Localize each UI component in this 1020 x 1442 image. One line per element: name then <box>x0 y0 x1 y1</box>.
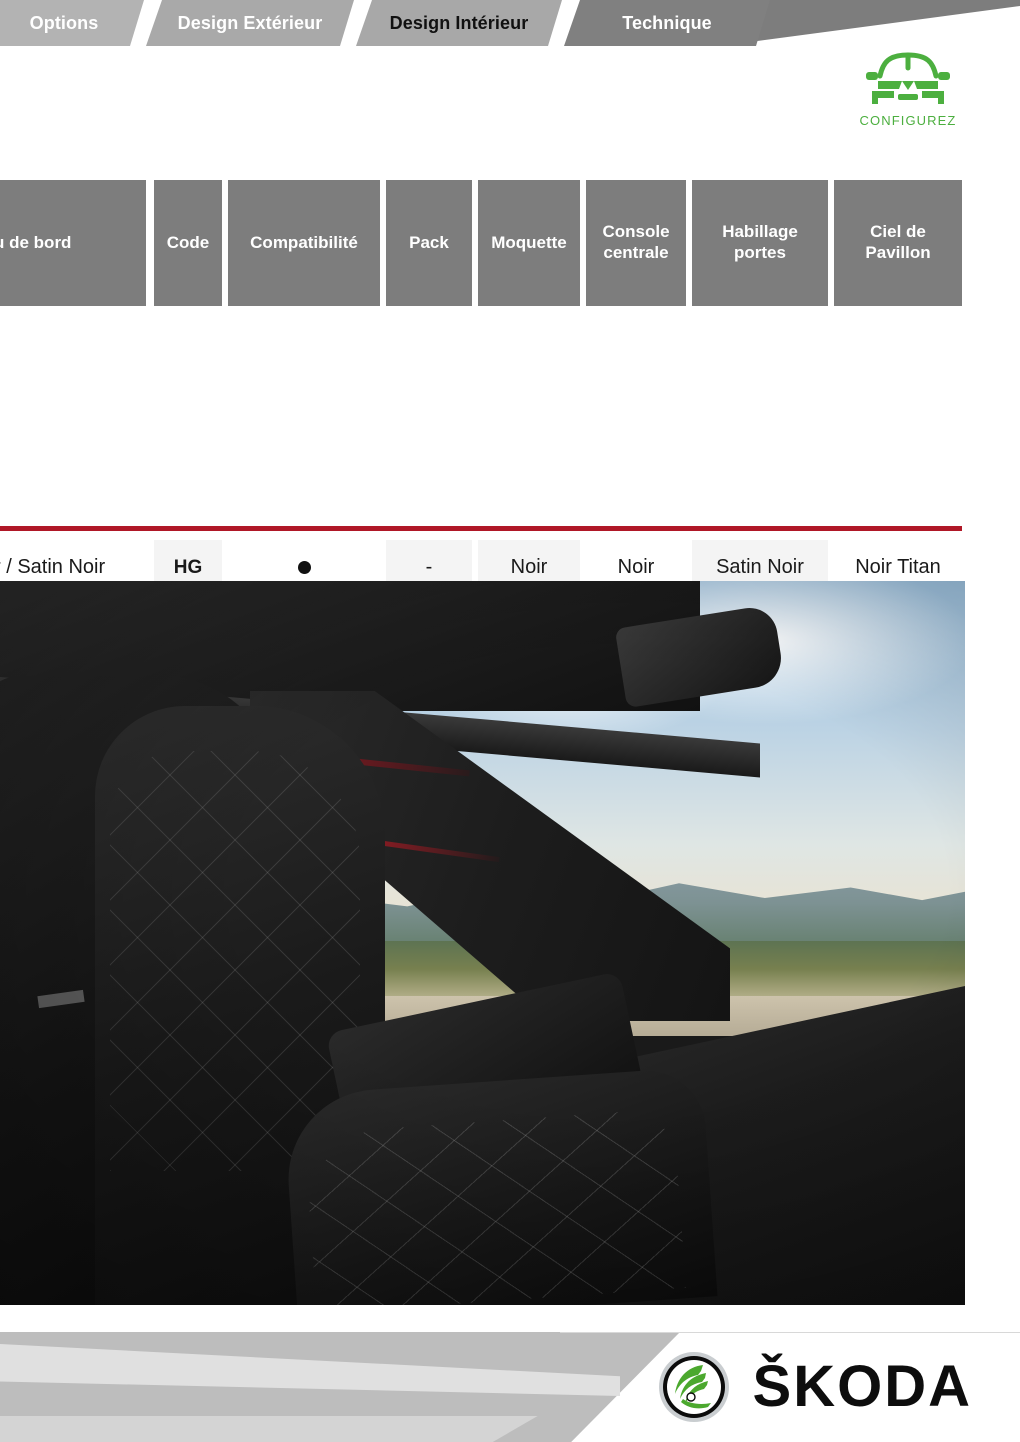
footer: ŠKODA <box>0 1324 1020 1442</box>
tab-design-interieur-label: Design Intérieur <box>389 12 529 33</box>
brand-lockup: ŠKODA <box>657 1350 972 1424</box>
page-root: Options Design Extérieur Design Intérieu… <box>0 0 1020 1442</box>
footer-band-mid <box>0 1416 538 1442</box>
tab-design-exterieur-label: Design Extérieur <box>177 12 323 33</box>
interior-photo <box>0 581 965 1305</box>
column-header-console-centrale[interactable]: Console centrale <box>586 180 686 306</box>
column-header-pack[interactable]: Pack <box>386 180 472 306</box>
tab-options[interactable]: Options <box>0 0 144 46</box>
photo-vignette <box>0 581 965 1305</box>
tab-design-interieur[interactable]: Design Intérieur <box>356 0 562 46</box>
column-header-compatibilite[interactable]: Compatibilité <box>228 180 380 306</box>
table-header-row: u de bord Code Compatibilité Pack Moquet… <box>0 180 1020 306</box>
brand-wordmark: ŠKODA <box>752 1354 972 1419</box>
footer-hairline <box>560 1332 1020 1333</box>
table-accent-divider <box>0 526 962 531</box>
column-header-ciel-de-pavillon[interactable]: Ciel de Pavillon <box>834 180 962 306</box>
configurez-label: CONFIGUREZ <box>859 113 957 128</box>
car-front-icon <box>866 52 950 104</box>
column-header-tableau-de-bord[interactable]: u de bord <box>0 180 146 306</box>
tab-design-exterieur[interactable]: Design Extérieur <box>146 0 354 46</box>
interior-spec-table: u de bord Code Compatibilité Pack Moquet… <box>0 180 1020 601</box>
tab-technique[interactable]: Technique <box>564 0 770 46</box>
column-header-code[interactable]: Code <box>154 180 222 306</box>
bullet-dot-icon <box>297 561 311 574</box>
column-header-habillage-portes[interactable]: Habillage portes <box>692 180 828 306</box>
tab-technique-label: Technique <box>622 12 712 33</box>
tab-bar: Options Design Extérieur Design Intérieu… <box>0 0 1020 46</box>
tab-options-label: Options <box>29 12 99 33</box>
column-header-moquette[interactable]: Moquette <box>478 180 580 306</box>
configurez-button[interactable]: CONFIGUREZ <box>842 46 974 128</box>
skoda-logo-icon <box>658 1352 729 1422</box>
